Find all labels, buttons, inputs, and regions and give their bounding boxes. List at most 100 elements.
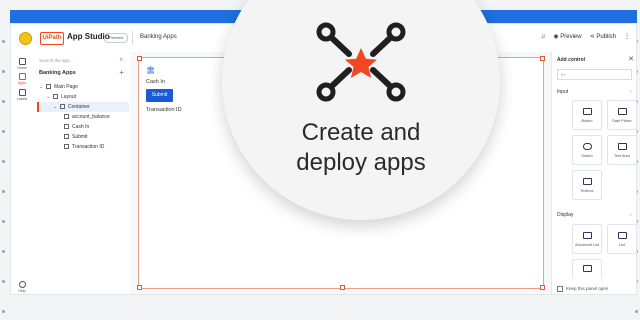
add-page-button[interactable]: + <box>119 68 124 77</box>
rail-item-apps[interactable]: Apps <box>11 73 33 85</box>
add-control-panel: Add control ✕ ⌕ I Input › Button Date Pic… <box>551 52 637 294</box>
layout-icon <box>53 94 58 100</box>
breadcrumb[interactable]: Banking Apps <box>140 34 177 40</box>
resize-handle[interactable] <box>137 56 142 61</box>
textbox-icon <box>582 178 592 185</box>
tree-node-label: Transaction ID <box>72 144 105 150</box>
left-dot-strip <box>0 40 8 313</box>
input-section-header[interactable]: Input › <box>557 89 636 95</box>
transaction-id-label[interactable]: Transaction ID <box>146 107 182 113</box>
chevron-right-icon: › <box>630 212 632 218</box>
publish-label: Publish <box>596 34 616 40</box>
tree-search-input[interactable]: Search the app... ⌕ <box>39 56 123 65</box>
labels-icon <box>18 89 26 96</box>
add-control-title: Add control <box>557 57 586 63</box>
resize-handle[interactable] <box>137 285 142 290</box>
tree-node-label: Cash In <box>72 124 90 130</box>
control-tile-text-area[interactable]: Text Area <box>607 135 636 165</box>
chevron-down-icon[interactable]: ⌄ <box>39 82 44 92</box>
tree-node-container[interactable]: ⌄ Container <box>37 102 129 112</box>
close-icon[interactable]: ✕ <box>628 55 634 63</box>
tile-label: Advanced List <box>575 243 599 247</box>
tree-node-label: account_balance <box>72 114 110 120</box>
chevron-right-icon: › <box>630 89 632 95</box>
publish-button[interactable]: ⋖ Publish <box>590 33 616 40</box>
checkbox[interactable] <box>557 286 563 292</box>
container-icon <box>60 104 65 110</box>
control-tile-textbox[interactable]: Textbox <box>572 170 602 200</box>
tile-label: Textbox <box>580 189 594 193</box>
apps-icon <box>18 73 26 80</box>
button-icon <box>64 134 69 140</box>
tree-node-label: Main Page <box>54 84 78 90</box>
display-section-header[interactable]: Display › <box>557 212 636 218</box>
tile-label: List <box>619 243 625 247</box>
search-value: I <box>564 72 566 77</box>
rail-item-label: Home <box>17 66 27 70</box>
promo-line-1: Create and <box>301 119 421 146</box>
tile-label: Switch <box>581 154 593 158</box>
tree-node-layout[interactable]: ⌄ Layout <box>37 92 129 102</box>
control-tile-button[interactable]: Button <box>572 100 602 130</box>
bell-icon[interactable]: ♫ <box>541 34 546 40</box>
control-search-input[interactable]: ⌕ I <box>557 69 632 80</box>
submit-button[interactable]: Submit <box>146 89 173 102</box>
tree-node-account-balance[interactable]: account_balance <box>37 112 129 122</box>
more-icon[interactable]: ⋮ <box>624 33 630 40</box>
control-tile-date-picker[interactable]: Date Picker <box>607 100 636 130</box>
rail-item-help[interactable]: Help <box>11 281 33 293</box>
keep-panel-open[interactable]: Keep this panel open <box>557 286 608 292</box>
preview-button[interactable]: ◉ Preview <box>553 33 581 40</box>
rail-item-label: Apps <box>18 81 26 85</box>
control-tile-more[interactable] <box>572 259 602 279</box>
control-tree: ⌄ Main Page ⌄ Layout ⌄ Container account_ba… <box>37 82 129 152</box>
avatar[interactable] <box>19 32 32 45</box>
resize-handle[interactable] <box>540 285 545 290</box>
text-icon <box>64 144 69 150</box>
textarea-icon <box>617 143 627 150</box>
button-icon <box>582 108 592 115</box>
preview-badge: Preview <box>104 33 129 43</box>
rail-item-label: Labels <box>16 97 28 101</box>
list-icon <box>582 232 592 239</box>
tree-node-main-page[interactable]: ⌄ Main Page <box>37 82 129 92</box>
uipath-logo: UiPath <box>40 32 64 45</box>
control-tile-list[interactable]: List <box>607 224 636 254</box>
grid-icon <box>582 265 592 272</box>
bank-icon <box>64 114 69 120</box>
control-tile-advanced-list[interactable]: Advanced List <box>572 224 602 254</box>
tree-node-transaction-id[interactable]: Transaction ID <box>37 142 129 152</box>
calendar-icon <box>617 108 627 115</box>
bank-icon[interactable]: 🏛 <box>146 66 155 74</box>
tile-label: Date Picker <box>612 119 632 123</box>
search-icon: ⌕ <box>119 57 123 63</box>
control-tile-switch[interactable]: Switch <box>572 135 602 165</box>
tile-label: Button <box>581 119 593 123</box>
preview-label: Preview <box>560 34 582 40</box>
tree-node-submit[interactable]: Submit <box>37 132 129 142</box>
tree-node-label: Layout <box>61 94 77 100</box>
keep-open-label: Keep this panel open <box>566 286 609 292</box>
help-icon <box>18 281 26 288</box>
panel-scrollbar[interactable] <box>636 82 637 292</box>
page-icon <box>46 84 51 90</box>
promo-line-2: deploy apps <box>296 149 426 176</box>
toggle-icon <box>582 143 592 150</box>
deploy-network-icon <box>316 22 406 102</box>
chevron-down-icon[interactable]: ⌄ <box>53 102 58 112</box>
resize-handle[interactable] <box>340 285 345 290</box>
rail-item-home[interactable]: Home <box>11 58 33 70</box>
header-divider <box>132 31 133 45</box>
tree-node-label: Submit <box>72 134 88 140</box>
page-tree-panel: Search the app... ⌕ Banking Apps + ⌄ Main… <box>33 52 131 294</box>
section-label: Input <box>557 89 569 95</box>
chevron-down-icon[interactable]: ⌄ <box>46 92 51 102</box>
cash-in-label[interactable]: Cash In <box>146 79 165 85</box>
nav-rail: Home Apps Labels Help <box>11 52 34 294</box>
resize-handle[interactable] <box>540 56 545 61</box>
tile-label: Text Area <box>614 154 630 158</box>
header-actions: ♫ ◉ Preview ⋖ Publish ⋮ <box>541 33 630 41</box>
rail-item-labels[interactable]: Labels <box>11 89 33 101</box>
tree-node-cash-in[interactable]: Cash In <box>37 122 129 132</box>
selection-indicator <box>37 102 39 112</box>
